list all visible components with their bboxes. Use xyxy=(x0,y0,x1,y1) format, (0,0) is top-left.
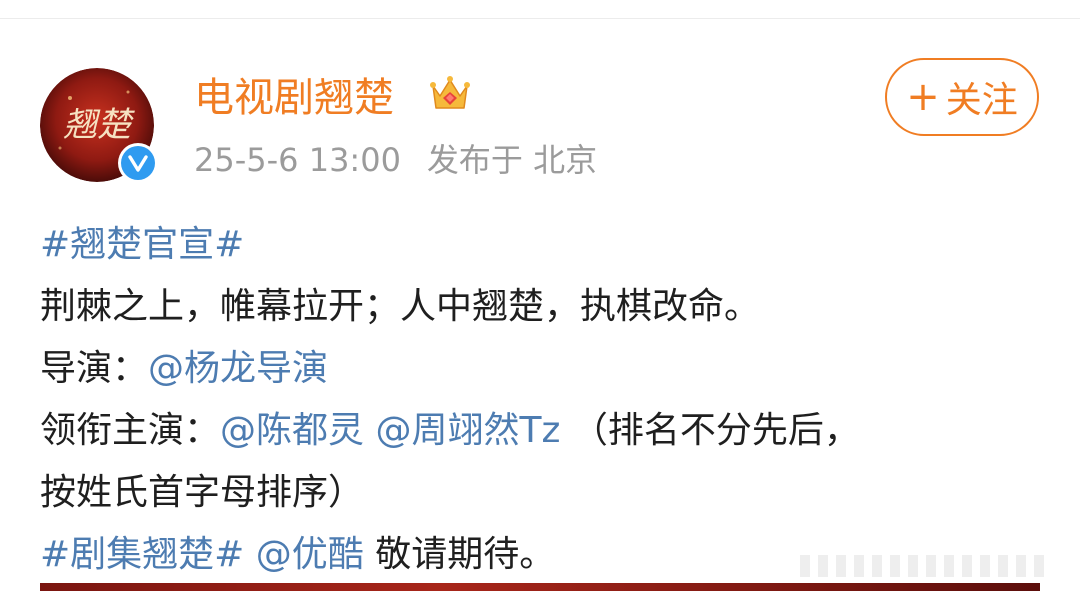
post-location: 发布于 北京 xyxy=(426,141,598,179)
follow-button[interactable]: + 关注 xyxy=(885,58,1039,136)
post-media-preview[interactable] xyxy=(40,583,1040,591)
post-meta: 25-5-6 13:00 发布于 北京 xyxy=(194,140,597,180)
lead-mention-link-2[interactable]: @周翊然Tz xyxy=(375,410,560,451)
director-label: 导演： xyxy=(40,348,149,389)
post-line-1: #翘楚官宣# xyxy=(40,214,1040,276)
plus-icon: + xyxy=(906,74,940,120)
post-body: #翘楚官宣# 荆棘之上，帷幕拉开；人中翘楚，执棋改命。 导演：@杨龙导演 领衔主… xyxy=(40,214,1040,586)
collapse-fade xyxy=(800,555,1050,577)
platform-mention-link[interactable]: @优酷 xyxy=(256,534,364,575)
follow-label: 关注 xyxy=(945,80,1018,121)
post-line-3: 导演：@杨龙导演 xyxy=(40,338,1040,400)
closing-text: 敬请期待。 xyxy=(375,534,556,575)
post-line-4: 领衔主演：@陈都灵 @周翊然Tz （排名不分先后， xyxy=(40,400,1040,462)
lead-mention-link-1[interactable]: @陈都灵 xyxy=(220,410,364,451)
verified-badge xyxy=(118,143,158,183)
post-line-5: 按姓氏首字母排序） xyxy=(40,462,1040,524)
author-name[interactable]: 电视剧翘楚 xyxy=(194,74,394,122)
author-avatar-container[interactable]: 翘楚 xyxy=(40,68,158,183)
lead-label: 领衔主演： xyxy=(40,410,221,451)
order-note: （排名不分先后， xyxy=(571,410,860,451)
director-mention-link[interactable]: @杨龙导演 xyxy=(148,348,328,389)
post-text: 荆棘之上，帷幕拉开；人中翘楚，执棋改命。 xyxy=(40,286,761,327)
crown-badge-icon[interactable] xyxy=(428,72,472,116)
order-note-cont: 按姓氏首字母排序） xyxy=(40,472,365,513)
hashtag-link-2[interactable]: #剧集翘楚# xyxy=(40,534,244,575)
hashtag-link[interactable]: #翘楚官宣# xyxy=(40,224,244,265)
avatar-calligraphy: 翘楚 xyxy=(63,105,135,145)
top-divider xyxy=(0,18,1080,19)
verified-v-icon xyxy=(128,155,148,172)
post-line-2: 荆棘之上，帷幕拉开；人中翘楚，执棋改命。 xyxy=(40,276,1040,338)
post-time: 25-5-6 13:00 xyxy=(194,141,401,179)
